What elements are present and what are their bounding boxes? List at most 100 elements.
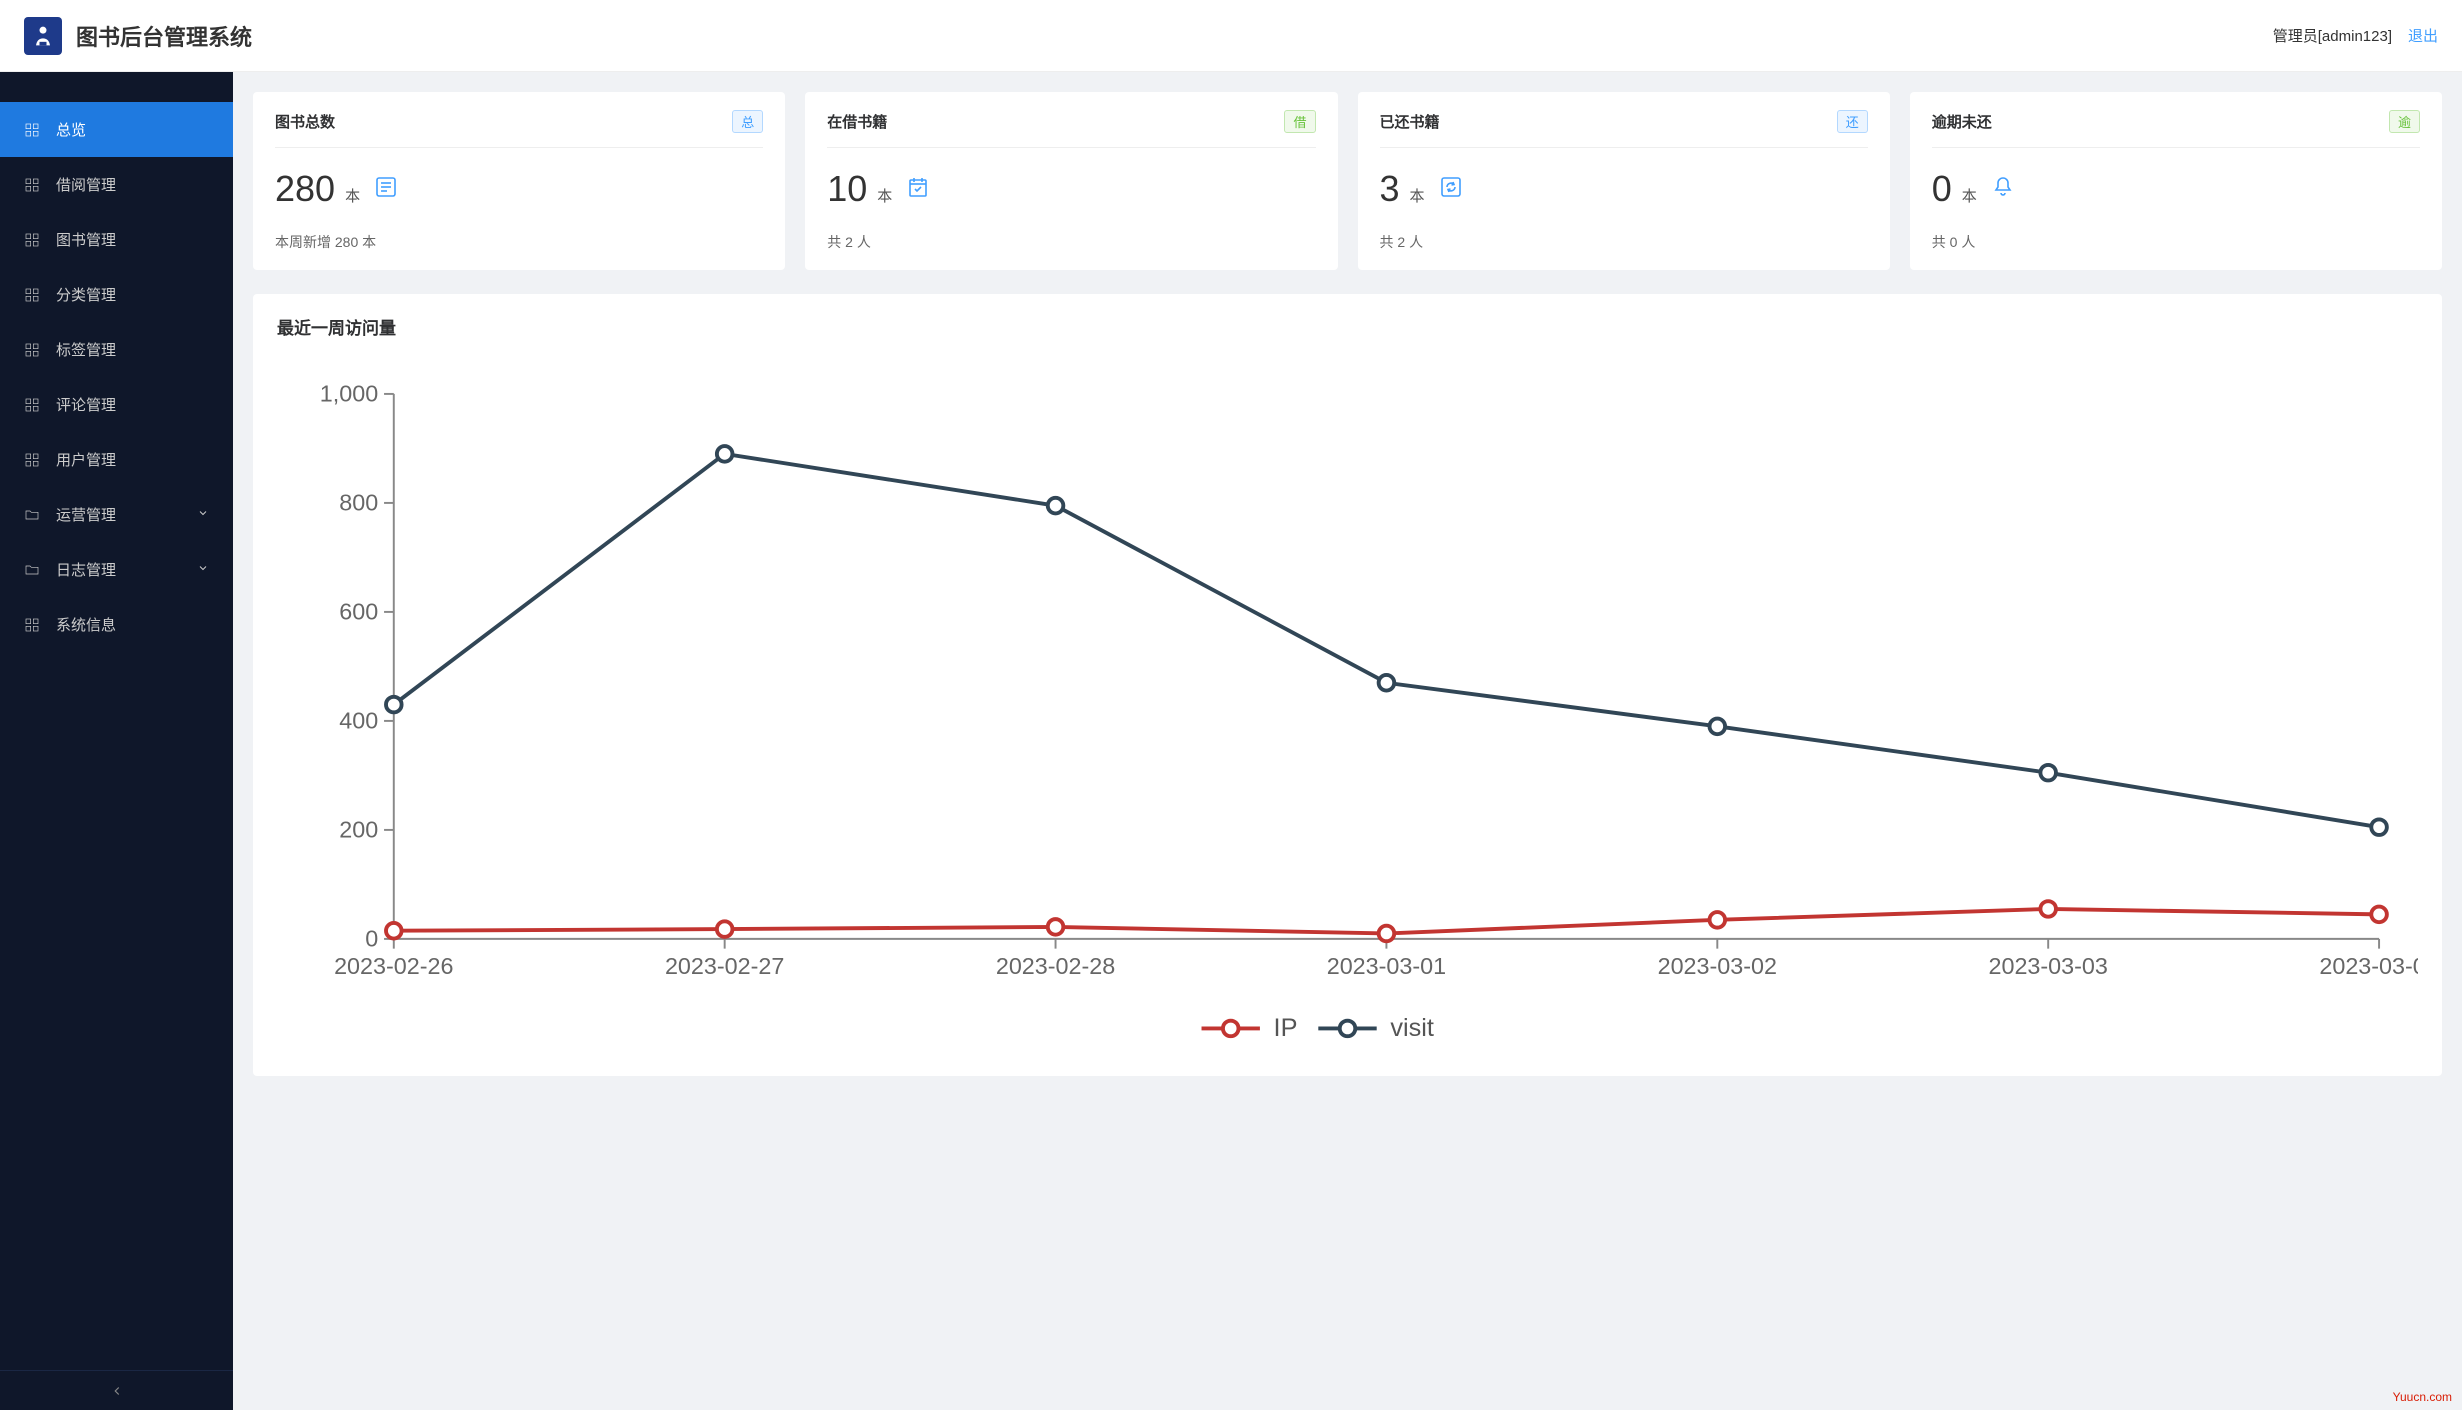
sidebar-item-label: 系统信息	[56, 614, 116, 635]
stat-value: 280	[275, 168, 335, 210]
x-tick-label: 2023-03-04	[2319, 953, 2418, 979]
grid-icon	[24, 397, 40, 413]
chart-point	[386, 923, 402, 939]
bell-icon	[1991, 175, 2015, 204]
stat-tag: 逾	[2389, 110, 2420, 133]
stat-value: 3	[1380, 168, 1400, 210]
y-tick-label: 800	[339, 490, 378, 516]
sidebar-item-2[interactable]: 图书管理	[0, 212, 233, 267]
chart-point	[717, 921, 733, 937]
chart-point	[1048, 498, 1064, 514]
x-tick-label: 2023-03-01	[1327, 953, 1446, 979]
stat-card-1: 在借书籍 借 10 本共 2 人	[805, 92, 1337, 270]
sidebar-item-1[interactable]: 借阅管理	[0, 157, 233, 212]
grid-icon	[24, 342, 40, 358]
sidebar-item-9[interactable]: 系统信息	[0, 597, 233, 652]
sidebar: 总览借阅管理图书管理分类管理标签管理评论管理用户管理运营管理日志管理系统信息	[0, 72, 233, 1410]
x-tick-label: 2023-02-28	[996, 953, 1115, 979]
y-tick-label: 200	[339, 817, 378, 843]
stat-unit: 本	[1962, 185, 1977, 206]
stat-footer: 本周新增 280 本	[275, 214, 763, 252]
stat-footer: 共 2 人	[827, 214, 1315, 252]
chart-point	[2371, 819, 2387, 835]
stat-title: 图书总数	[275, 111, 335, 132]
sidebar-item-label: 评论管理	[56, 394, 116, 415]
sidebar-item-7[interactable]: 运营管理	[0, 487, 233, 542]
grid-icon	[24, 287, 40, 303]
list-icon	[374, 175, 398, 204]
sidebar-item-6[interactable]: 用户管理	[0, 432, 233, 487]
stat-footer: 共 2 人	[1380, 214, 1868, 252]
svg-text:IP: IP	[1274, 1014, 1298, 1042]
chart-panel: 最近一周访问量 0 200 400 600 800 1,000 2023-02-26 2023…	[253, 294, 2442, 1076]
stat-unit: 本	[345, 185, 360, 206]
y-tick-label: 400	[339, 708, 378, 734]
folder-icon	[24, 507, 40, 523]
sidebar-item-8[interactable]: 日志管理	[0, 542, 233, 597]
logo	[24, 17, 62, 55]
sidebar-item-label: 用户管理	[56, 449, 116, 470]
chart-point	[2371, 907, 2387, 923]
chart-point	[2040, 765, 2056, 781]
stat-card-0: 图书总数 总 280 本本周新增 280 本	[253, 92, 785, 270]
chart-title: 最近一周访问量	[277, 314, 2418, 339]
x-tick-label: 2023-02-27	[665, 953, 784, 979]
chart-point	[1379, 926, 1395, 942]
chart-point	[717, 446, 733, 462]
sidebar-item-label: 日志管理	[56, 559, 116, 580]
x-tick-label: 2023-03-03	[1988, 953, 2107, 979]
sidebar-item-label: 标签管理	[56, 339, 116, 360]
stat-value: 10	[827, 168, 867, 210]
app-title: 图书后台管理系统	[76, 20, 252, 52]
stat-value: 0	[1932, 168, 1952, 210]
sidebar-item-3[interactable]: 分类管理	[0, 267, 233, 322]
main-content: 图书总数总280本本周新增 280 本在借书籍借10本共 2 人已还书籍还3本共…	[233, 72, 2462, 1410]
grid-icon	[24, 617, 40, 633]
sidebar-item-label: 图书管理	[56, 229, 116, 250]
stat-title: 在借书籍	[827, 111, 887, 132]
sidebar-item-label: 分类管理	[56, 284, 116, 305]
sidebar-item-0[interactable]: 总览	[0, 102, 233, 157]
sidebar-item-4[interactable]: 标签管理	[0, 322, 233, 377]
chart-point	[2040, 901, 2056, 917]
stat-tag: 还	[1837, 110, 1868, 133]
chart-point	[386, 697, 402, 713]
sidebar-collapse-toggle[interactable]	[0, 1370, 233, 1410]
y-tick-label: 0	[365, 926, 378, 952]
x-tick-label: 2023-03-02	[1658, 953, 1777, 979]
y-tick-label: 1,000	[320, 381, 378, 407]
sidebar-item-5[interactable]: 评论管理	[0, 377, 233, 432]
chevron-left-icon	[110, 1384, 124, 1398]
sidebar-item-label: 总览	[56, 119, 86, 140]
chevron-down-icon	[197, 561, 209, 578]
stat-tag: 总	[732, 110, 763, 133]
stat-title: 已还书籍	[1380, 111, 1440, 132]
logout-link[interactable]: 退出	[2408, 25, 2438, 46]
header: 图书后台管理系统 管理员[admin123] 退出	[0, 0, 2462, 72]
stat-title: 逾期未还	[1932, 111, 1992, 132]
chevron-down-icon	[197, 506, 209, 523]
stat-tag: 借	[1284, 110, 1315, 133]
svg-text:visit: visit	[1390, 1014, 1434, 1042]
stat-card-3: 逾期未还 逾 0本共 0 人	[1910, 92, 2442, 270]
grid-icon	[24, 232, 40, 248]
grid-icon	[24, 122, 40, 138]
stat-footer: 共 0 人	[1932, 214, 2420, 252]
chart-point	[1379, 675, 1395, 691]
chart-legend: IP visit	[1202, 1014, 1434, 1042]
visits-line-chart: 0 200 400 600 800 1,000 2023-02-26 2023-02-27 20…	[277, 355, 2418, 1056]
grid-icon	[24, 452, 40, 468]
chart-line-visit	[394, 454, 2379, 827]
chart-point	[1710, 719, 1726, 735]
chart-point	[1710, 912, 1726, 928]
sidebar-item-label: 运营管理	[56, 504, 116, 525]
stat-unit: 本	[1410, 185, 1425, 206]
stat-unit: 本	[877, 185, 892, 206]
x-tick-label: 2023-02-26	[334, 953, 453, 979]
calendar-check-icon	[906, 175, 930, 204]
sidebar-item-label: 借阅管理	[56, 174, 116, 195]
grid-icon	[24, 177, 40, 193]
chart-point	[1048, 919, 1064, 935]
admin-label[interactable]: 管理员[admin123]	[2273, 25, 2392, 46]
y-tick-label: 600	[339, 599, 378, 625]
